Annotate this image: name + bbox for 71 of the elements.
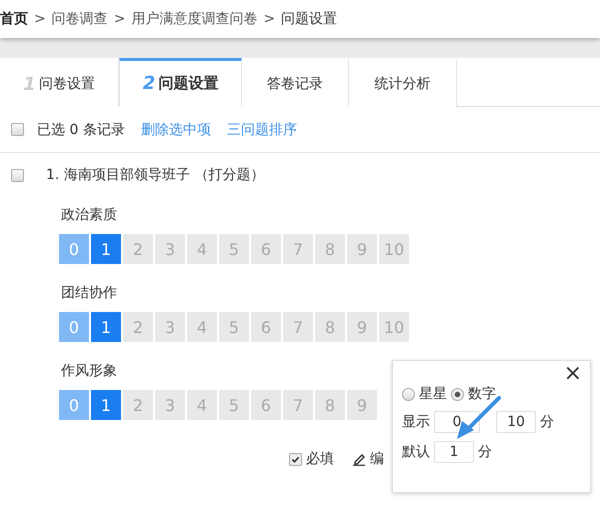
input-field[interactable]: 10 <box>496 411 536 433</box>
edit-link[interactable]: 编 <box>370 450 384 468</box>
default-label: 默认 <box>402 443 430 461</box>
tab-label: 答卷记录 <box>267 75 323 93</box>
score-option[interactable]: 4 <box>187 390 217 420</box>
score-option[interactable]: 9 <box>347 312 377 342</box>
unit-label: 分 <box>478 443 492 461</box>
radio-label: 数字 <box>468 385 496 403</box>
radio-label: 星星 <box>419 385 447 403</box>
score-option[interactable]: 8 <box>315 234 345 264</box>
breadcrumb-separator: > <box>263 11 276 27</box>
checkbox[interactable] <box>11 123 24 136</box>
score-option[interactable]: 0 <box>59 234 89 264</box>
score-option[interactable]: 7 <box>283 234 313 264</box>
score-option[interactable]: 2 <box>123 312 153 342</box>
score-option[interactable]: 2 <box>123 234 153 264</box>
checkbox[interactable] <box>11 168 24 182</box>
score-option[interactable]: 6 <box>251 312 281 342</box>
score-option[interactable]: 10 <box>379 312 409 342</box>
score-option[interactable]: 10 <box>379 234 409 264</box>
score-option[interactable]: 4 <box>187 234 217 264</box>
breadcrumb-separator: > <box>34 11 46 27</box>
score-option[interactable]: 1 <box>91 390 121 420</box>
breadcrumb-link[interactable]: 问卷调查 <box>52 10 108 28</box>
breadcrumb-current[interactable]: 问题设置 <box>281 10 338 28</box>
score-option[interactable]: 4 <box>187 312 217 342</box>
breadcrumb-link[interactable]: 用户满意度调查问卷 <box>131 10 258 28</box>
breadcrumb-link[interactable]: 首页 <box>0 10 28 28</box>
score-option[interactable]: 3 <box>155 390 185 420</box>
breadcrumb-separator: > <box>114 11 126 27</box>
score-option[interactable]: 5 <box>219 312 249 342</box>
score-option[interactable]: 7 <box>283 312 313 342</box>
score-option[interactable]: 6 <box>251 390 281 420</box>
radio-button[interactable] <box>451 388 464 400</box>
unit-label: 分 <box>540 413 554 431</box>
score-option[interactable]: 1 <box>91 234 121 264</box>
score-option[interactable]: 3 <box>155 312 185 342</box>
radio-button[interactable] <box>402 388 415 400</box>
score-option[interactable]: 5 <box>219 390 249 420</box>
score-option[interactable]: 2 <box>123 390 153 420</box>
score-option[interactable]: 9 <box>347 390 377 420</box>
score-option[interactable]: 0 <box>59 312 89 342</box>
score-option[interactable]: 9 <box>347 234 377 264</box>
criterion-label: 作风形象 <box>61 362 117 380</box>
tab[interactable]: 答卷记录 <box>242 58 349 107</box>
tab[interactable]: 统计分析 <box>349 58 457 107</box>
pencil-icon[interactable] <box>352 452 366 466</box>
criterion-label: 政治素质 <box>61 206 117 224</box>
score-option[interactable]: 6 <box>251 234 281 264</box>
score-option[interactable]: 5 <box>219 234 249 264</box>
delete-link[interactable]: 删除选中项 <box>140 120 211 138</box>
checkbox[interactable] <box>289 452 302 466</box>
range-label: 显示 <box>402 413 430 431</box>
tab-label: 统计分析 <box>374 75 430 93</box>
required-label: 必填 <box>306 450 334 468</box>
score-option[interactable]: 8 <box>315 390 345 420</box>
score-option[interactable]: 8 <box>315 312 345 342</box>
tab[interactable]: 2 问题设置 <box>119 58 242 107</box>
score-option[interactable]: 3 <box>155 234 185 264</box>
tab-label: 问题设置 <box>158 74 218 93</box>
criterion-label: 团结协作 <box>61 284 117 302</box>
score-option[interactable]: 7 <box>283 390 313 420</box>
close-button[interactable]: × <box>564 363 582 385</box>
score-option[interactable]: 1 <box>91 312 121 342</box>
tab-number: 2 <box>142 73 156 94</box>
question-title: 1. 海南项目部领导班子 （打分题） <box>46 166 264 184</box>
sort-link[interactable]: 三问题排序 <box>226 120 297 138</box>
input-field[interactable]: 1 <box>434 441 474 463</box>
score-option[interactable]: 0 <box>59 390 89 420</box>
tab-label: 问卷设置 <box>38 75 95 93</box>
selection-count: 已选 0 条记录 <box>37 120 125 138</box>
